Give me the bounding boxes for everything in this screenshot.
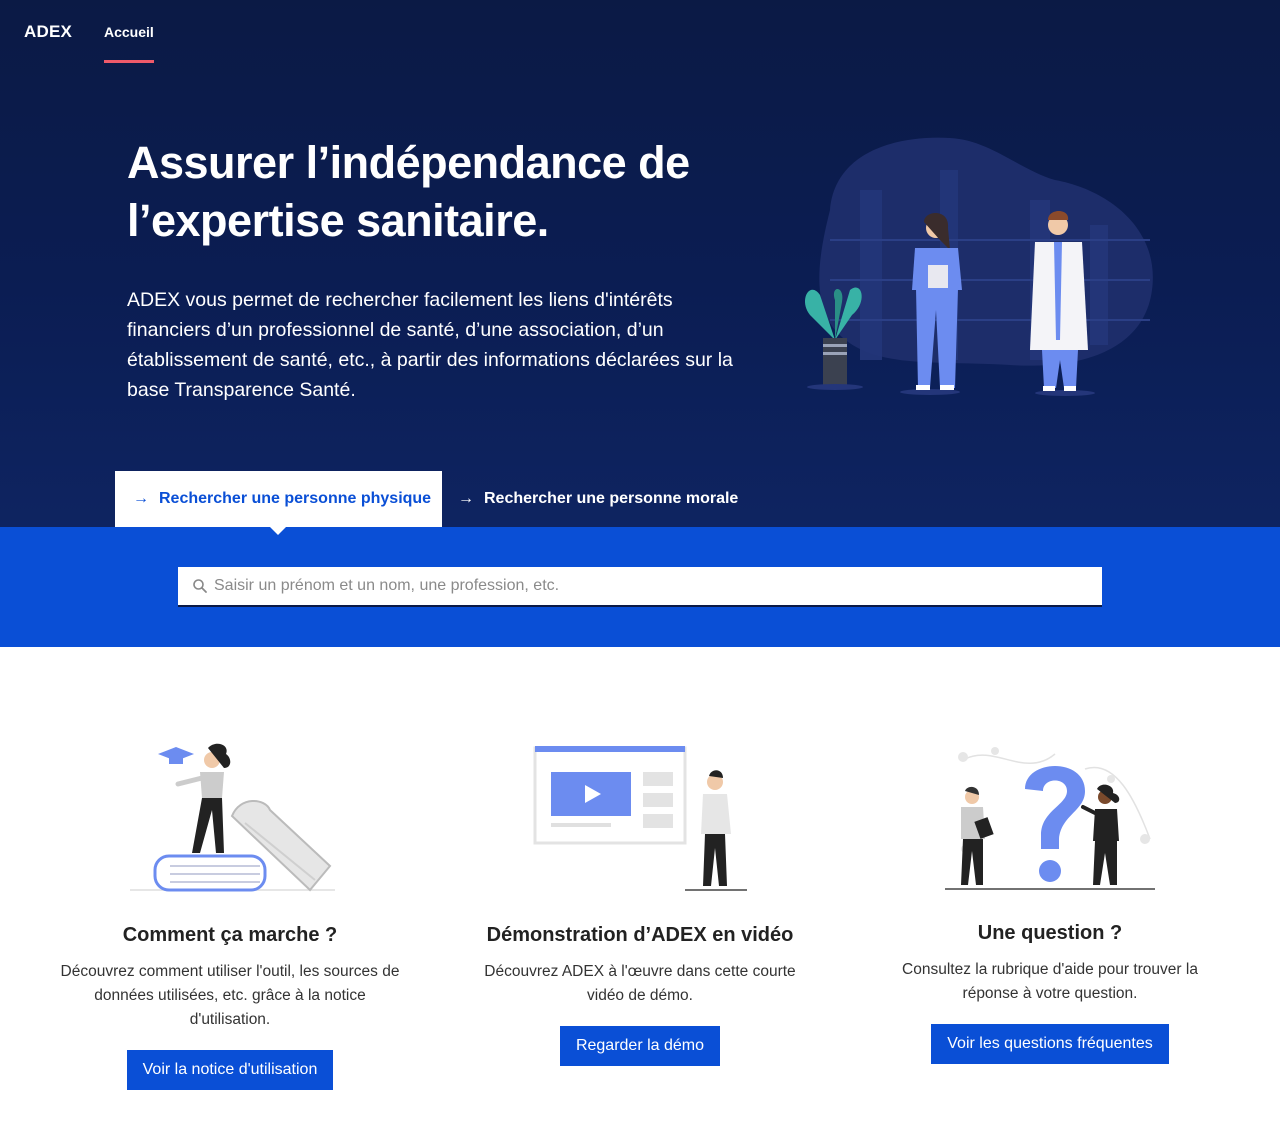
card-text: Découvrez comment utiliser l'outil, les …: [60, 963, 400, 1028]
arrow-right-icon: →: [133, 490, 149, 507]
video-player-illustration: [533, 746, 747, 891]
search-box: [178, 567, 1102, 607]
card-how-it-works: Comment ça marche ? Découvrez comment ut…: [40, 738, 420, 1090]
card-text: Découvrez ADEX à l'œuvre dans cette cour…: [484, 963, 796, 1004]
doctors-illustration: [804, 137, 1153, 396]
search-section: [0, 527, 1280, 647]
hero-description: ADEX vous permet de rechercher facilemen…: [127, 289, 733, 401]
card-title: Une question ?: [977, 922, 1123, 944]
watch-demo-button[interactable]: Regarder la démo: [559, 1026, 721, 1066]
hero-section: ADEX Accueil Assurer l’indépendance de l…: [0, 0, 1280, 527]
question-mark-illustration: [945, 747, 1155, 890]
student-books-illustration: [130, 743, 335, 892]
card-title: Démonstration d’ADEX en vidéo: [486, 924, 794, 946]
view-faq-button[interactable]: Voir les questions fréquentes: [931, 1024, 1169, 1064]
tab-personne-morale[interactable]: → Rechercher une personne morale: [442, 471, 738, 527]
search-input[interactable]: [214, 568, 1102, 604]
tab-label: Rechercher une personne morale: [484, 490, 739, 507]
nav-link-accueil[interactable]: Accueil: [104, 24, 154, 40]
hero-title: Assurer l’indépendance de l’expertise sa…: [127, 137, 690, 246]
card-text: Consultez la rubrique d'aide pour trouve…: [902, 961, 1198, 1002]
active-tab-pointer: [270, 527, 286, 535]
card-video-demo: Démonstration d’ADEX en vidéo Découvrez …: [450, 738, 830, 1066]
search-icon: [193, 579, 207, 593]
arrow-right-icon: →: [458, 490, 474, 507]
tab-personne-physique[interactable]: → Rechercher une personne physique: [115, 471, 442, 527]
card-title: Comment ça marche ?: [122, 924, 338, 946]
view-notice-button[interactable]: Voir la notice d'utilisation: [126, 1050, 334, 1090]
brand-logo[interactable]: ADEX: [24, 22, 72, 42]
top-navigation: ADEX Accueil: [0, 0, 1280, 64]
active-nav-indicator: [104, 60, 154, 63]
card-question: Une question ? Consultez la rubrique d'a…: [860, 738, 1240, 1064]
tab-label: Rechercher une personne physique: [159, 490, 432, 507]
